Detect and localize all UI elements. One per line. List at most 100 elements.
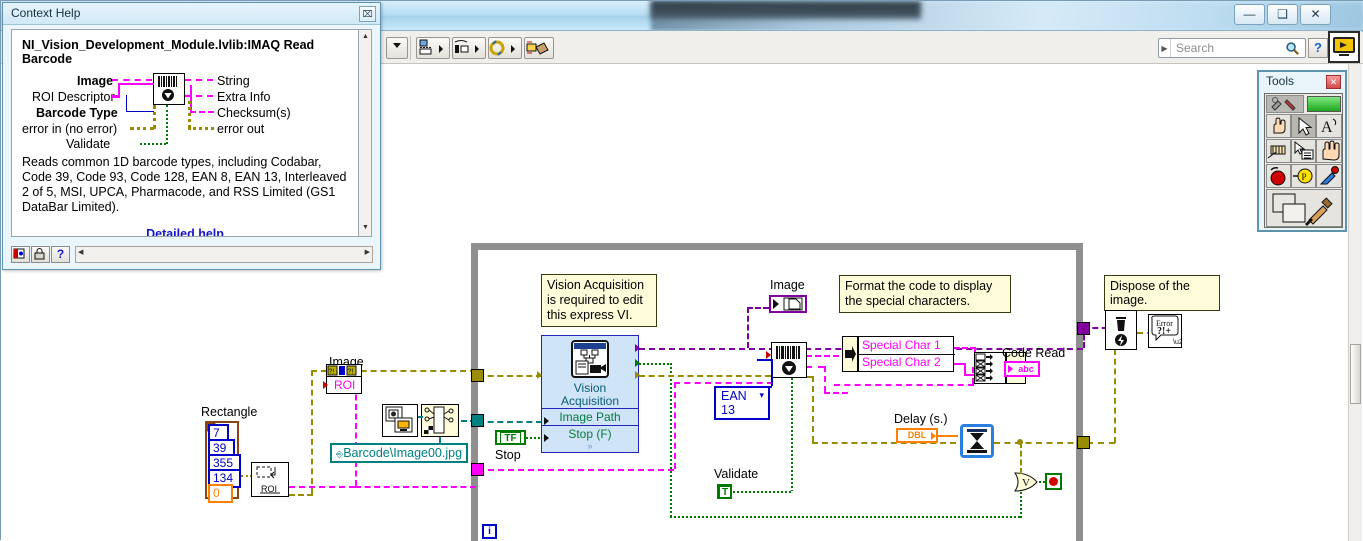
set-clear-breakpoint-icon[interactable] [1266,164,1291,188]
position-size-select-arrow-icon[interactable] [1291,114,1316,138]
image-indicator-terminal[interactable] [769,295,807,313]
automatic-tool-selection-icon[interactable] [1266,95,1304,113]
wait-ms-timer-node[interactable] [960,424,994,458]
tunnel-error-in[interactable] [471,369,484,382]
cp-wire-validate-v [166,105,168,144]
label-rectangle: Rectangle [201,405,258,419]
search-input[interactable]: ▶ Search [1158,38,1306,58]
rectangle-value-4[interactable]: 0 [208,484,233,503]
image-control-terminal[interactable]: ?! ?! [326,364,362,377]
probe-data-icon[interactable]: P [1291,164,1316,188]
barcode-type-value: EAN 13 [721,389,747,417]
imaq-read-barcode-node[interactable] [771,342,807,378]
validate-true-constant[interactable]: T [717,484,732,499]
object-shortcut-menu-icon[interactable] [1291,139,1316,163]
scroll-window-hand-icon[interactable] [1316,139,1342,163]
vi-in-arrow-error [537,371,542,379]
delay-numeric-terminal[interactable]: DBL [896,428,938,443]
context-help-close-button[interactable]: ⌧ [359,6,376,22]
wire-validate-right [733,491,793,493]
roi-input-terminal[interactable]: ROI [323,377,362,394]
show-context-help-toggle[interactable] [11,246,30,263]
comment-format-code[interactable]: Format the code to display the special c… [839,275,1011,313]
search-scope-caret-icon[interactable]: ▶ [1159,39,1171,57]
maximize-button[interactable]: ❑ [1267,4,1298,25]
cp-label-extrainfo: Extra Info [217,90,271,104]
tools-palette-window[interactable]: Tools ✕ A P [1257,70,1347,232]
imaq-dispose-node[interactable] [1105,310,1137,350]
validate-constant-value: T [719,486,732,499]
stop-input-terminal[interactable]: Stop (F) [542,425,638,442]
set-color-paintbrush-icon[interactable] [1266,189,1342,227]
cp-label-validate: Validate [66,137,111,151]
scrollbar-thumb[interactable] [1350,344,1361,404]
detailed-help-link[interactable]: Detailed help [146,227,224,236]
imaq-readfile-node[interactable] [421,404,459,437]
minimize-button[interactable]: — [1234,4,1265,25]
vi-icon-button[interactable] [1328,31,1360,63]
vision-acquisition-icon [542,336,638,382]
comment-dispose[interactable]: Dispose of the image. [1104,275,1220,311]
wire-roi-pink-v [355,385,357,486]
canvas-vertical-scrollbar[interactable] [1348,64,1362,541]
get-color-dropper-icon[interactable] [1316,164,1342,188]
tunnel-error-out[interactable] [1077,436,1090,449]
express-vi-expand-chevron[interactable]: » [542,442,638,453]
align-objects-button[interactable] [416,37,450,59]
search-replace-string-node[interactable] [842,336,858,372]
tunnel-path-in[interactable] [471,414,484,427]
connect-wire-spool-icon[interactable] [1266,139,1291,163]
image-path-constant[interactable]: ⎆Barcode\Image00.jpg [330,443,469,463]
context-help-toggle-button[interactable]: ? [1308,38,1328,58]
operate-value-hand-icon[interactable] [1266,114,1291,138]
reorder-objects-button[interactable] [488,37,522,59]
context-help-vertical-scrollbar[interactable]: ▲ ▼ [358,29,372,237]
or-gate-node[interactable]: V [1013,472,1039,492]
special-char-cluster-node[interactable]: Special Char 1 Special Char 2 [858,336,955,372]
comment-vision-acquisition[interactable]: Vision Acquisition is required to edit t… [541,274,657,327]
hscroll-right-arrow-icon[interactable]: ▶ [365,248,370,256]
loop-stop-condition-terminal[interactable] [1045,473,1062,490]
cp-label-errorin: error in (no error) [22,122,118,136]
scroll-down-arrow-icon[interactable]: ▼ [361,224,370,233]
simple-error-handler-node[interactable]: Error ?!+ \u2733 [1148,314,1182,348]
detailed-help-link-wrap: Detailed help [22,227,348,236]
context-help-window[interactable]: Context Help ⌧ NI_Vision_Development_Mod… [2,2,381,270]
detailed-help-button[interactable]: ? [51,246,70,263]
context-help-bottom-toolbar: ? ◀ ▶ [11,246,373,263]
code-read-string-indicator[interactable]: abc [1004,361,1040,377]
barcode-type-enum-constant[interactable]: EAN 13 ▾ [714,386,770,420]
lock-context-help-button[interactable] [31,246,50,263]
loop-iteration-terminal[interactable]: i [482,524,497,539]
wire-error-to-or [1020,442,1022,474]
svg-text:?!: ?! [348,369,354,376]
tunnel-roi-in[interactable] [471,463,484,476]
tunnel-image-out[interactable] [1077,322,1090,335]
vision-acquisition-express-vi[interactable]: Vision Acquisition Image Path Stop (F) » [541,335,639,453]
distribute-objects-button[interactable] [452,37,486,59]
connector-pane-diagram: Image ROI Descriptor Barcode Type error … [22,73,348,151]
image-path-input-terminal[interactable]: Image Path [542,408,638,425]
vi-in-arrow-stop [544,434,549,442]
edit-text-icon[interactable]: A [1316,114,1342,138]
search-icon[interactable] [1285,41,1305,56]
indicator-arrow-icon [1008,365,1013,373]
label-validate-control: Validate [714,467,759,481]
scroll-up-arrow-icon[interactable]: ▲ [361,33,370,42]
roi-descriptor-build-node[interactable]: ROI [251,462,289,497]
wire-enum-corner [770,386,772,388]
context-help-title: Context Help [11,6,81,20]
cp-wire-validate-h [140,143,166,145]
imaq-create-node[interactable] [382,404,418,437]
tools-palette-close-button[interactable]: ✕ [1326,75,1341,89]
text-settings-dropdown[interactable] [386,37,408,59]
labview-block-diagram-window: LabVIEW Block Diagram — ❑ ✕ [0,0,1363,541]
clean-up-diagram-button[interactable] [524,37,554,59]
context-help-horizontal-scrollbar[interactable]: ◀ ▶ [75,246,373,263]
trash-dispose-icon [1106,311,1136,349]
hscroll-left-arrow-icon[interactable]: ◀ [78,248,83,256]
close-button[interactable]: ✕ [1300,4,1331,25]
stop-false-constant[interactable]: TF [495,430,526,445]
chevron-down-icon[interactable]: ▾ [759,390,764,401]
svg-text:?!+: ?!+ [1157,326,1171,337]
